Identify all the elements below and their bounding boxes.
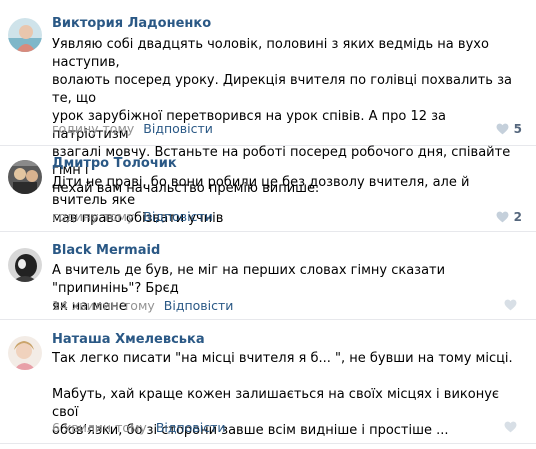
- avatar[interactable]: [8, 336, 42, 370]
- avatar[interactable]: [8, 160, 42, 194]
- comment-meta: годину тому Відповісти: [52, 209, 213, 224]
- comment-time[interactable]: годину тому: [52, 209, 134, 224]
- like-button[interactable]: [504, 299, 522, 311]
- like-button[interactable]: 5: [496, 122, 522, 136]
- comment-time[interactable]: 14 хвилин тому: [52, 298, 155, 313]
- comment-meta: 6 хвилин тому Відповісти: [52, 420, 225, 435]
- heart-icon: [496, 123, 509, 135]
- avatar[interactable]: [8, 248, 42, 282]
- heart-icon: [504, 299, 517, 311]
- comment: Виктория Ладоненко Уявляю собі двадцять …: [0, 0, 536, 196]
- avatar[interactable]: [8, 18, 42, 52]
- comment-author[interactable]: Наташа Хмелевська: [52, 332, 205, 347]
- comment-author[interactable]: Black Mermaid: [52, 243, 160, 258]
- reply-link[interactable]: Відповісти: [164, 298, 234, 313]
- comment-time[interactable]: годину тому: [52, 121, 134, 136]
- like-button[interactable]: 2: [496, 210, 522, 224]
- comment-meta: годину тому Відповісти: [52, 121, 213, 136]
- comment: Black Mermaid А вчитель де був, не міг н…: [0, 232, 536, 320]
- comment-meta: 14 хвилин тому Відповісти: [52, 298, 233, 313]
- like-count: 2: [513, 210, 522, 224]
- comments-list: Виктория Ладоненко Уявляю собі двадцять …: [0, 0, 536, 449]
- like-count: 5: [513, 122, 522, 136]
- heart-icon: [504, 421, 517, 433]
- comment-time[interactable]: 6 хвилин тому: [52, 420, 147, 435]
- comment: Дмитро Толочик Діти не праві, бо вони ро…: [0, 146, 536, 232]
- reply-link[interactable]: Відповісти: [156, 420, 226, 435]
- heart-icon: [496, 211, 509, 223]
- reply-link[interactable]: Відповісти: [143, 209, 213, 224]
- comment-author[interactable]: Виктория Ладоненко: [52, 16, 211, 31]
- like-button[interactable]: [504, 421, 522, 433]
- comment-author[interactable]: Дмитро Толочик: [52, 156, 177, 171]
- comment: Наташа Хмелевська Так легко писати "на м…: [0, 320, 536, 444]
- reply-link[interactable]: Відповісти: [143, 121, 213, 136]
